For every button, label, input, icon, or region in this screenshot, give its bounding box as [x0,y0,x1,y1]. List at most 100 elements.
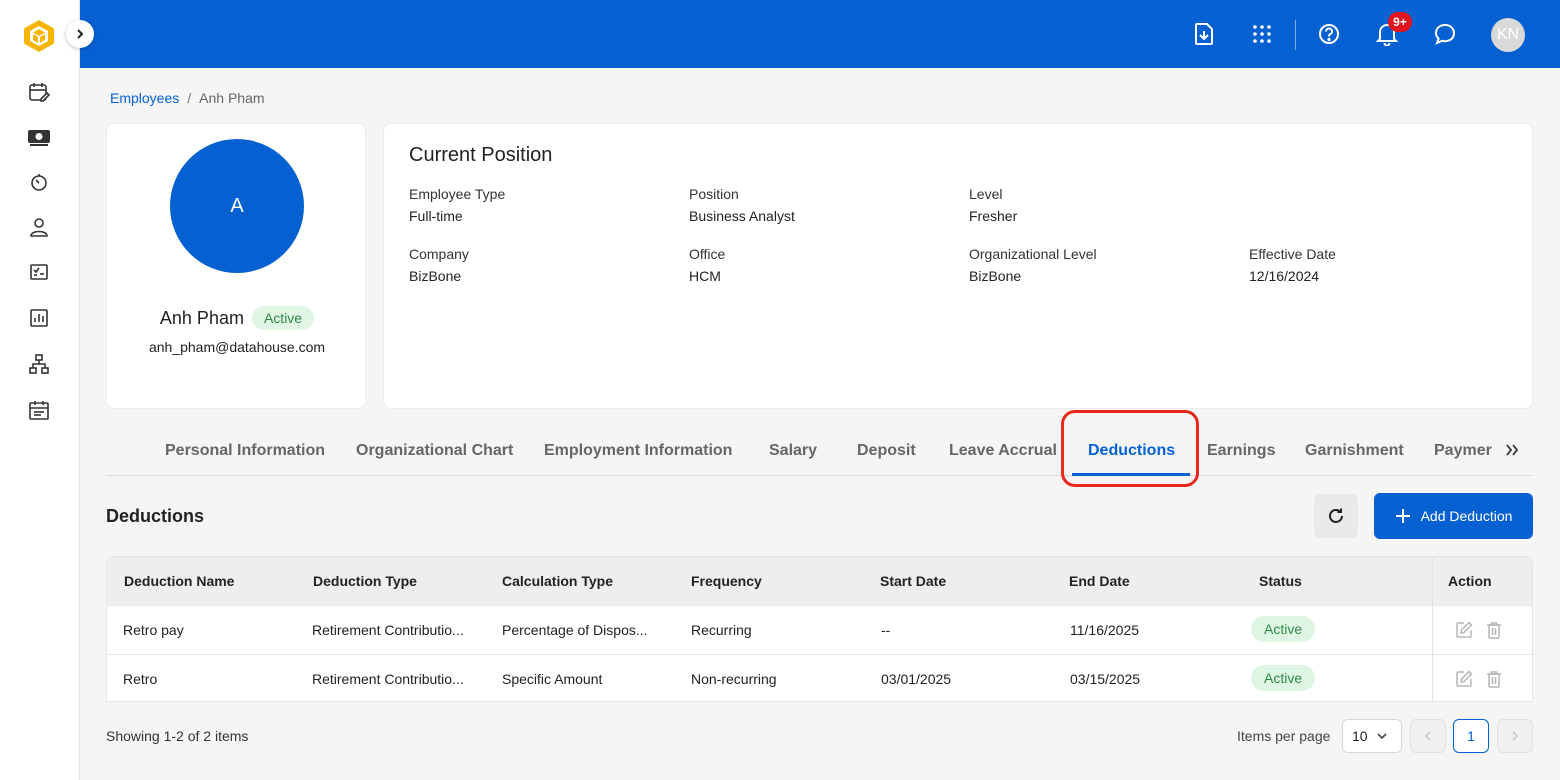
profile-card: A Anh Pham Active anh_pham@datahouse.com [106,123,366,409]
top-bar: 9+ KN [80,0,1560,68]
employee-name: Anh Pham [159,307,244,328]
cell-deduction-type: Retirement Contributio... [312,622,464,638]
chevron-right-icon [77,29,84,39]
tab-earnings[interactable]: Earnings [1207,442,1275,460]
header-end-date[interactable]: End Date [1069,573,1130,589]
sidebar-expand-button[interactable] [66,20,94,48]
header-status[interactable]: Status [1259,573,1302,589]
plus-icon [1395,509,1410,523]
table-row: Retro pay Retirement Contributio... Perc… [107,605,1532,654]
status-badge: Active [1251,665,1316,691]
breadcrumb: Employees / Anh Pham [110,90,265,106]
edit-icon[interactable] [1454,669,1474,689]
field-label: Position [689,186,739,202]
field-value: BizBone [969,268,1022,284]
tab-leave-accrual[interactable]: Leave Accrual [949,442,1057,460]
cell-start-date: -- [881,622,891,638]
breadcrumb-separator: / [187,90,192,106]
cell-calculation-type: Specific Amount [502,671,603,687]
edit-icon[interactable] [1454,620,1474,640]
chevron-right-icon [1512,731,1519,741]
chevron-left-icon [1424,731,1431,741]
cell-deduction-type: Retirement Contributio... [312,671,464,687]
trash-icon[interactable] [1484,669,1504,689]
org-chart-icon[interactable] [27,352,51,376]
deductions-title: Deductions [106,506,205,526]
employee-email: anh_pham@datahouse.com [148,339,326,355]
header-start-date[interactable]: Start Date [880,573,946,589]
cell-deduction-name: Retro pay [123,622,184,638]
field-label: Employee Type [409,186,506,202]
double-chevron-right-icon[interactable] [1502,440,1522,460]
add-deduction-button[interactable]: Add Deduction [1374,493,1533,539]
field-value: Fresher [969,208,1018,224]
header-deduction-type[interactable]: Deduction Type [313,573,417,589]
cell-end-date: 03/15/2025 [1070,671,1141,687]
tab-payment[interactable]: Paymer [1434,442,1492,460]
field-employee-type: Employee Type Full-time [409,186,505,224]
table-header: Deduction Name Deduction Type Calculatio… [107,557,1532,605]
profile-name-row: Anh Pham Active [107,306,367,330]
notification-badge: 9+ [1388,12,1412,32]
prev-page-button[interactable] [1410,719,1446,753]
profile-avatar: A [170,139,304,273]
tab-garnishment[interactable]: Garnishment [1305,442,1404,460]
field-value: Full-time [409,208,463,224]
items-per-page-value: 10 [1352,728,1368,744]
topbar-divider [1295,20,1296,50]
section-title: Current Position [409,144,553,166]
field-position: Position Business Analyst [689,186,795,224]
cell-frequency: Non-recurring [691,671,777,687]
items-per-page-label: Items per page [1237,728,1331,744]
field-label: Level [969,186,1003,202]
page-button-current[interactable]: 1 [1453,719,1489,753]
tab-organizational-chart[interactable]: Organizational Chart [356,442,513,460]
status-badge: Active [251,306,315,330]
refresh-button[interactable] [1314,494,1358,538]
header-action: Action [1448,573,1492,589]
apps-grid-icon[interactable] [1248,20,1276,48]
download-document-icon[interactable] [1190,20,1218,48]
refresh-icon [1329,508,1343,523]
tab-bar: Personal Information Organizational Char… [106,428,1533,476]
user-icon[interactable] [27,215,51,239]
header-deduction-name[interactable]: Deduction Name [124,573,234,589]
field-value: HCM [689,268,721,284]
add-deduction-label: Add Deduction [1420,508,1513,524]
tab-personal-information[interactable]: Personal Information [165,442,325,460]
action-column-divider [1432,557,1433,701]
chevron-down-icon [1377,733,1387,740]
field-value: Business Analyst [689,208,795,224]
report-chart-icon[interactable] [27,306,51,330]
header-frequency[interactable]: Frequency [691,573,762,589]
field-office: Office HCM [689,246,725,284]
breadcrumb-employees-link[interactable]: Employees [110,90,179,106]
tab-deposit[interactable]: Deposit [857,442,916,460]
table-row: Retro Retirement Contributio... Specific… [107,654,1532,701]
user-avatar[interactable]: KN [1491,18,1525,52]
trash-icon[interactable] [1484,620,1504,640]
cell-calculation-type: Percentage of Dispos... [502,622,648,638]
chat-icon[interactable] [1431,20,1459,48]
sidebar [0,0,80,780]
tab-salary[interactable]: Salary [769,442,817,460]
current-position-card: Current Position Employee Type Full-time… [383,123,1533,409]
timer-icon[interactable] [27,170,51,194]
field-label: Organizational Level [969,246,1097,262]
field-label: Company [409,246,469,262]
next-page-button[interactable] [1497,719,1533,753]
cell-start-date: 03/01/2025 [881,671,952,687]
tab-employment-information[interactable]: Employment Information [544,442,732,460]
checklist-icon[interactable] [27,260,51,284]
header-calculation-type[interactable]: Calculation Type [502,573,613,589]
schedule-icon[interactable] [27,398,51,422]
help-icon[interactable] [1315,20,1343,48]
money-icon[interactable] [27,125,51,149]
field-label: Effective Date [1249,246,1336,262]
calendar-edit-icon[interactable] [27,80,51,104]
cell-end-date: 11/16/2025 [1070,622,1140,638]
field-company: Company BizBone [409,246,469,284]
app-logo-icon[interactable] [22,18,56,54]
items-per-page-select[interactable]: 10 [1342,719,1402,753]
highlight-annotation [1061,410,1199,487]
